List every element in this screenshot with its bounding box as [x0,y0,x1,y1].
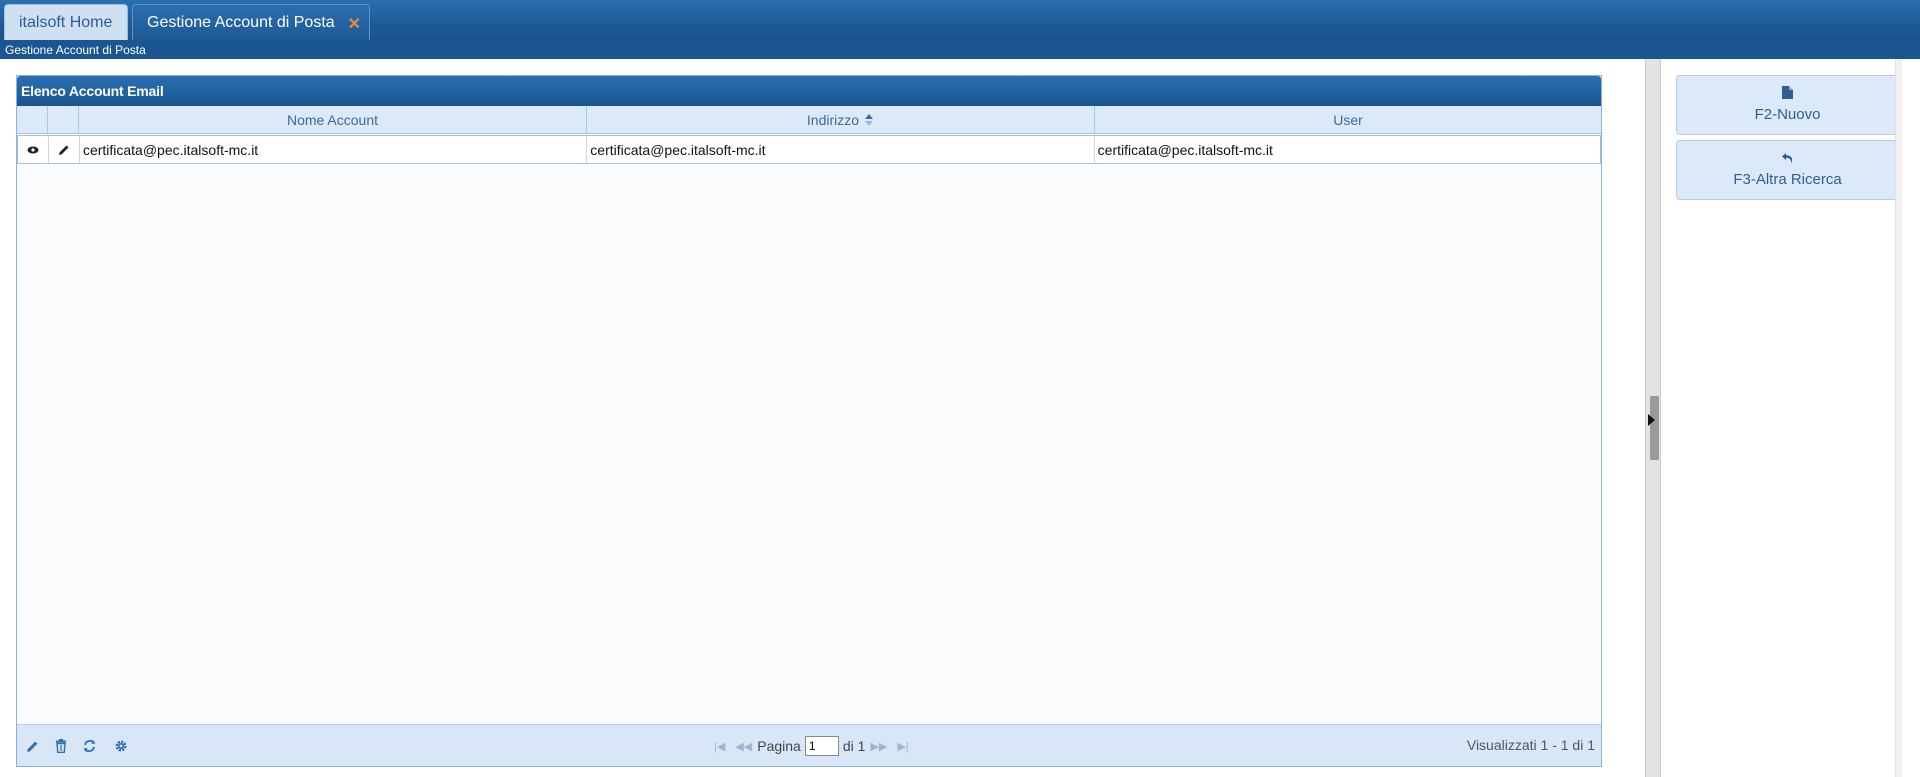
undo-icon [1677,151,1898,167]
side-panel: F2-Nuovo F3-Altra Ricerca [1661,59,1920,777]
prev-page-icon[interactable]: ◀◀ [735,740,752,753]
trash-icon[interactable] [51,736,71,756]
collapse-arrow-icon[interactable] [1648,414,1655,426]
close-icon[interactable]: ✕ [348,14,361,34]
gear-icon[interactable] [111,736,131,756]
tab-bar: italsoft Home Gestione Account di Posta … [0,0,1920,41]
tab-gestione-account[interactable]: Gestione Account di Posta ✕ [132,4,370,40]
header-edit-col [48,106,79,133]
page-label: Pagina [757,738,801,754]
edit-icon[interactable] [49,136,80,163]
other-search-button-label: F3-Altra Ricerca [1733,171,1842,188]
main-area: Elenco Account Email Nome Account Indiri… [0,59,1645,777]
sort-icon [865,113,874,126]
header-user[interactable]: User [1095,106,1601,133]
new-button[interactable]: F2-Nuovo [1676,75,1899,135]
header-indirizzo[interactable]: Indirizzo [587,106,1095,133]
table-row[interactable]: certificata@pec.italsoft-mc.it certifica… [17,135,1601,164]
last-page-icon[interactable]: ▶| [897,740,908,753]
page-of-label: di 1 [842,738,866,754]
edit-icon[interactable] [22,736,42,756]
grid-header: Nome Account Indirizzo User [17,106,1601,134]
breadcrumb-bar [0,40,1920,59]
tab-label: Gestione Account di Posta [147,13,335,31]
view-icon[interactable] [18,136,49,163]
header-view-col [17,106,48,133]
pager-nav: |◀ ◀◀ Pagina di 1 ▶▶ ▶| [709,725,914,767]
next-page-icon[interactable]: ▶▶ [870,740,887,753]
grid-title: Elenco Account Email [17,76,1601,106]
view-info: Visualizzati 1 - 1 di 1 [1466,737,1595,753]
refresh-icon[interactable] [79,736,99,756]
cell-nome-account: certificata@pec.italsoft-mc.it [80,136,588,163]
page-input[interactable] [804,736,839,756]
tab-label: italsoft Home [19,13,113,31]
cell-user: certificata@pec.italsoft-mc.it [1097,141,1273,158]
grid-pager: |◀ ◀◀ Pagina di 1 ▶▶ ▶| Visualizzati 1 -… [17,724,1601,766]
scrollbar[interactable] [1895,59,1902,777]
cell-indirizzo: certificata@pec.italsoft-mc.it [587,136,1095,163]
other-search-button[interactable]: F3-Altra Ricerca [1676,140,1899,200]
accounts-grid: Elenco Account Email Nome Account Indiri… [16,75,1602,767]
file-icon [1677,86,1898,102]
breadcrumb: Gestione Account di Posta [5,43,146,57]
panel-splitter[interactable] [1645,59,1661,777]
header-nome-account[interactable]: Nome Account [79,106,587,133]
first-page-icon[interactable]: |◀ [714,740,725,753]
new-button-label: F2-Nuovo [1754,106,1821,123]
splitter-grip[interactable] [1650,396,1659,460]
tab-italsoft-home[interactable]: italsoft Home [4,4,128,40]
